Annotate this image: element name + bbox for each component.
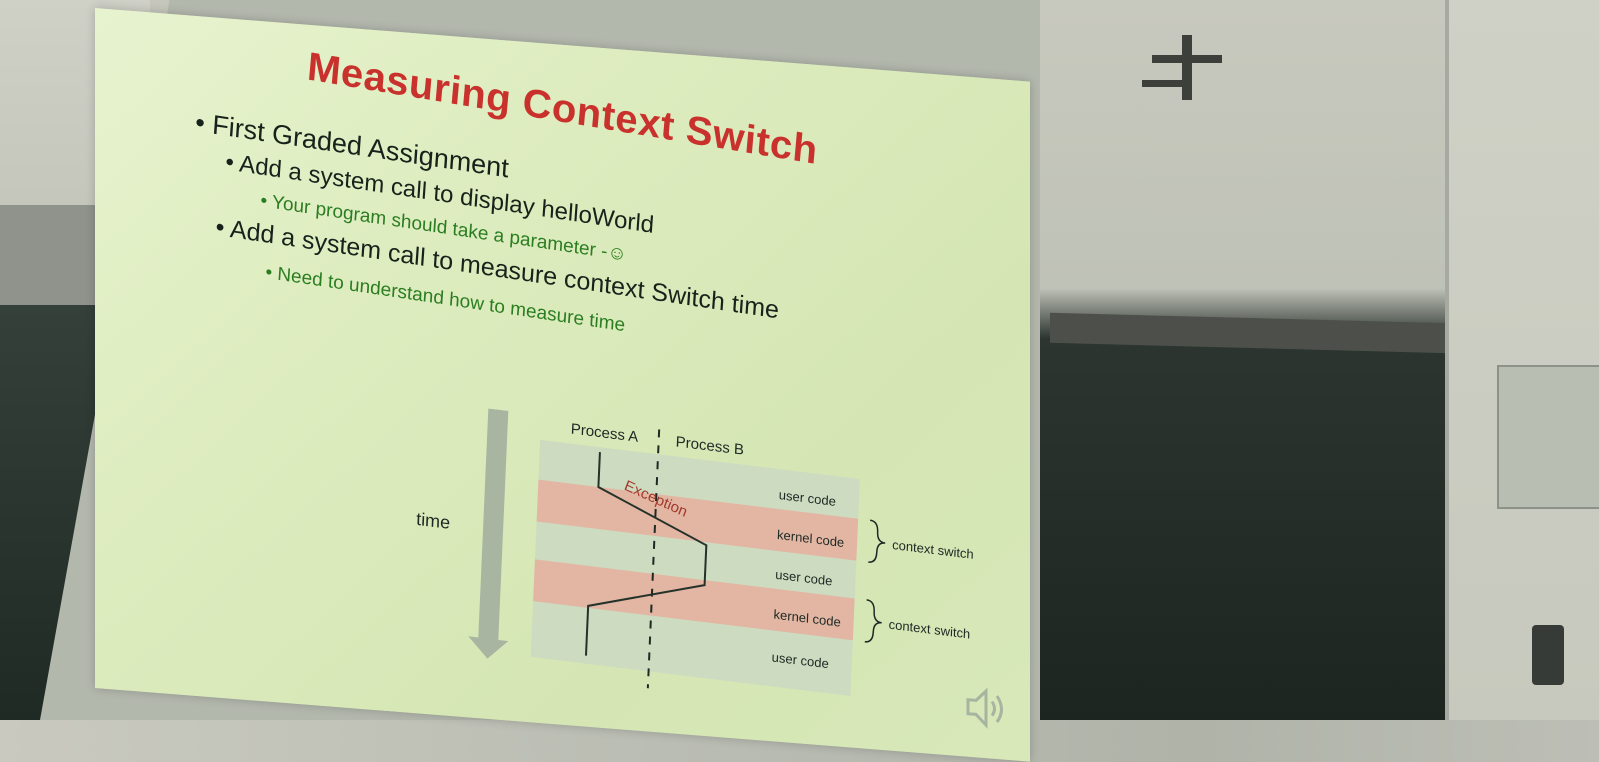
context-switch-label-1: context switch bbox=[892, 537, 974, 562]
process-b-label: Process B bbox=[675, 433, 744, 458]
wall-mount-bracket bbox=[1142, 35, 1222, 100]
process-a-label: Process A bbox=[570, 421, 638, 446]
bracket-icon-2 bbox=[864, 599, 882, 643]
time-label: time bbox=[416, 509, 451, 533]
context-switch-diagram: time Process A Process B Exception user … bbox=[416, 408, 974, 697]
time-arrow-icon bbox=[468, 408, 509, 659]
speaker-icon bbox=[966, 687, 1003, 729]
bracket-icon-1 bbox=[868, 519, 886, 563]
wall-switch-box bbox=[1497, 365, 1599, 509]
context-switch-label-2: context switch bbox=[888, 617, 970, 642]
projected-slide: Measuring Context Switch • First Graded … bbox=[95, 8, 1030, 762]
wall-socket bbox=[1532, 625, 1564, 685]
wall-column bbox=[1445, 0, 1599, 720]
